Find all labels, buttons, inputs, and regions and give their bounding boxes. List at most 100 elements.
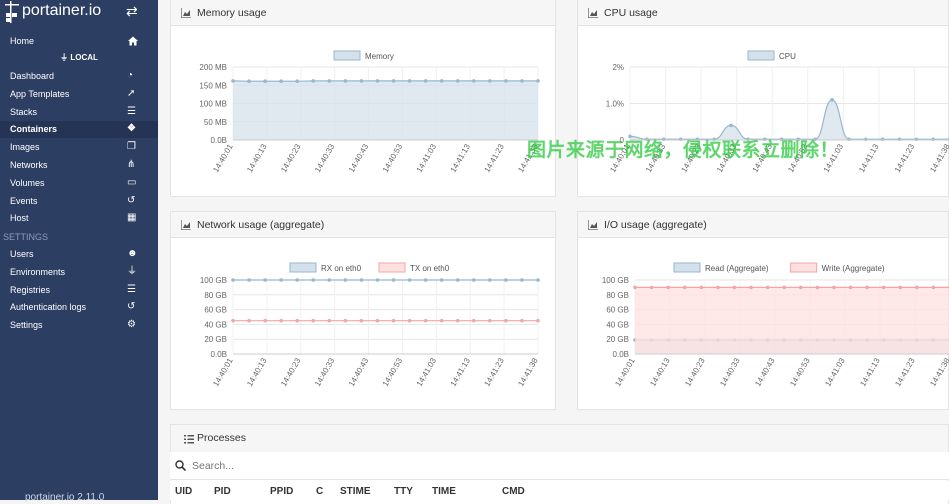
y-tick-label: 60 GB <box>204 306 227 315</box>
panel-header: I/O usage (aggregate) <box>578 212 948 238</box>
legend-label: Write (Aggregate) <box>822 264 885 273</box>
io-usage-panel: I/O usage (aggregate) Read (Aggregate) Wr… <box>577 211 949 410</box>
data-point <box>666 286 670 290</box>
sidebar-item-home[interactable]: Home <box>0 33 158 50</box>
data-point <box>472 319 476 323</box>
data-point <box>816 286 820 290</box>
data-point <box>536 319 540 323</box>
data-point <box>424 79 428 83</box>
data-point <box>716 286 720 290</box>
sidebar-item-users[interactable]: Users☻ <box>0 246 158 263</box>
data-point <box>749 286 753 290</box>
area-chart-icon <box>181 220 191 230</box>
x-tick-label: 14:40:13 <box>245 142 269 174</box>
sidebar-item-containers[interactable]: Containers❖ <box>0 121 158 138</box>
column-header-ppid[interactable]: PPID <box>270 486 293 497</box>
history-icon: ↺ <box>127 195 139 207</box>
column-header-uid[interactable]: UID <box>175 486 192 497</box>
data-point <box>247 278 251 282</box>
data-point <box>881 137 885 141</box>
settings-section-label: SETTINGS <box>3 232 48 242</box>
data-point <box>536 79 540 83</box>
y-tick-label: 50 MB <box>204 118 227 127</box>
column-header-time[interactable]: TIME <box>432 486 456 497</box>
x-tick-label: 14:40:01 <box>211 356 235 388</box>
area-chart-icon <box>588 220 598 230</box>
x-tick-label: 14:41:38 <box>928 356 949 388</box>
column-header-cmd[interactable]: CMD <box>502 486 525 497</box>
y-tick-label: 100 MB <box>199 100 227 109</box>
sidebar-item-label: Registries <box>10 285 50 295</box>
sidebar-item-registries[interactable]: Registries☰ <box>0 282 158 299</box>
process-table-header: UID PID PPID C STIME TTY TIME CMD <box>170 481 949 500</box>
column-header-pid[interactable]: PID <box>214 486 231 497</box>
series-area <box>630 100 949 140</box>
data-point <box>488 278 492 282</box>
data-point <box>440 319 444 323</box>
x-tick-label: 14:40:01 <box>613 356 637 388</box>
sidebar-footer: portainer.io 2.11.0 <box>25 492 104 503</box>
cogs-icon: ⚙ <box>127 319 139 331</box>
sidebar-item-stacks[interactable]: Stacks☰ <box>0 104 158 121</box>
sidebar-item-label: Users <box>10 249 34 259</box>
x-tick-label: 14:40:33 <box>718 356 742 388</box>
data-point <box>472 79 476 83</box>
cubes-icon: ❖ <box>127 123 139 135</box>
cpu-chart: CPU2%1.0%014:40:0114:40:1314:40:2314:40:… <box>578 27 949 197</box>
area-chart-icon <box>181 8 191 18</box>
exchange-icon[interactable]: ⇄ <box>126 3 138 20</box>
sidebar-item-images[interactable]: Images❐ <box>0 139 158 156</box>
data-point <box>408 278 412 282</box>
data-point <box>650 286 654 290</box>
y-tick-label: 100 GB <box>602 276 629 285</box>
sidebar-item-dashboard[interactable]: Dashboard◔ <box>0 68 158 85</box>
y-tick-label: 40 GB <box>606 320 629 329</box>
legend-label: Read (Aggregate) <box>705 264 769 273</box>
y-tick-label: 0.0B <box>211 136 227 145</box>
data-point <box>898 286 902 290</box>
sidebar-item-label: Dashboard <box>10 71 54 81</box>
cpu-usage-panel: CPU usage CPU2%1.0%014:40:0114:40:1314:4… <box>577 0 949 197</box>
data-point <box>633 286 637 290</box>
brand-text: portainer.io <box>22 2 101 20</box>
data-point <box>766 286 770 290</box>
sidebar-item-label: App Templates <box>10 89 69 99</box>
tasks-icon <box>184 434 194 444</box>
x-tick-label: 14:40:53 <box>788 356 812 388</box>
data-point <box>782 286 786 290</box>
portainer-logo-icon <box>4 1 20 25</box>
sidebar-item-volumes[interactable]: Volumes▭ <box>0 175 158 192</box>
process-search-input[interactable] <box>192 458 692 474</box>
y-tick-label: 40 GB <box>204 320 227 329</box>
x-tick-label: 14:40:43 <box>347 142 371 174</box>
sidebar-item-environments[interactable]: Environments⏚ <box>0 264 158 281</box>
column-header-tty[interactable]: TTY <box>394 486 413 497</box>
legend-label: CPU <box>779 52 796 61</box>
series-area <box>233 81 538 140</box>
sidebar-item-networks[interactable]: Networks⋔ <box>0 157 158 174</box>
y-tick-label: 0.0B <box>211 350 227 359</box>
data-point <box>263 79 267 83</box>
legend-swatch <box>290 263 316 272</box>
search-icon <box>175 460 186 471</box>
sidebar-item-authentication-logs[interactable]: Authentication logs↺ <box>0 299 158 316</box>
legend-swatch <box>379 263 405 272</box>
brand[interactable]: portainer.io ⇄ <box>0 0 158 27</box>
sidebar-item-label: Stacks <box>10 107 37 117</box>
data-point <box>344 319 348 323</box>
column-header-stime[interactable]: STIME <box>340 486 371 497</box>
data-point <box>931 137 935 141</box>
data-point <box>392 79 396 83</box>
sidebar-item-app-templates[interactable]: App Templates➚ <box>0 86 158 103</box>
data-point <box>376 278 380 282</box>
process-search-bar <box>170 452 949 480</box>
sidebar-item-settings[interactable]: Settings⚙ <box>0 317 158 334</box>
legend-swatch <box>748 51 774 60</box>
column-header-c[interactable]: C <box>316 486 323 497</box>
history-icon: ↺ <box>127 301 139 313</box>
sidebar-item-host[interactable]: Host▦ <box>0 210 158 227</box>
x-tick-label: 14:40:53 <box>381 142 405 174</box>
sidebar-item-events[interactable]: Events↺ <box>0 193 158 210</box>
data-point <box>733 286 737 290</box>
memory-usage-panel: Memory usage Memory200 MB150 MB100 MB50 … <box>170 0 556 197</box>
